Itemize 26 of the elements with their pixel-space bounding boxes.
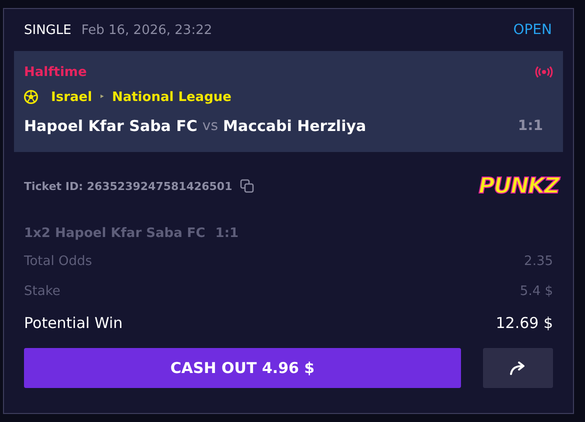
selection-pick: 1:1 — [215, 226, 239, 240]
copy-icon[interactable] — [240, 179, 254, 193]
row-label: Stake — [24, 284, 60, 298]
home-team: Hapoel Kfar Saba FC — [24, 117, 198, 135]
match-phase: Halftime — [24, 64, 87, 80]
versus-label: vs — [202, 118, 218, 134]
cash-out-button[interactable]: CASH OUT 4.96 $ — [24, 348, 461, 388]
bet-status: OPEN — [513, 22, 552, 38]
league-link[interactable]: National League — [112, 90, 232, 104]
row-value: 5.4 $ — [520, 284, 553, 298]
match-score: 1:1 — [518, 118, 543, 134]
bet-type: SINGLE — [24, 22, 72, 38]
share-button[interactable] — [483, 348, 553, 388]
bet-date: Feb 16, 2026, 23:22 — [81, 22, 212, 38]
row-label: Total Odds — [24, 254, 92, 268]
row-label: Potential Win — [24, 314, 123, 332]
ticket-id: Ticket ID: 2635239247581426501 — [24, 180, 232, 192]
football-icon — [24, 90, 38, 104]
share-arrow-icon — [509, 361, 527, 375]
row-value: 2.35 — [524, 254, 553, 268]
breadcrumb-separator: ‣ — [99, 92, 105, 102]
row-value: 12.69 $ — [496, 314, 553, 332]
away-team: Maccabi Herzliya — [223, 117, 366, 135]
country-link[interactable]: Israel — [51, 90, 92, 104]
brand-logo: PUNKZ — [478, 174, 559, 198]
selection-market: 1x2 Hapoel Kfar Saba FC — [24, 226, 206, 240]
